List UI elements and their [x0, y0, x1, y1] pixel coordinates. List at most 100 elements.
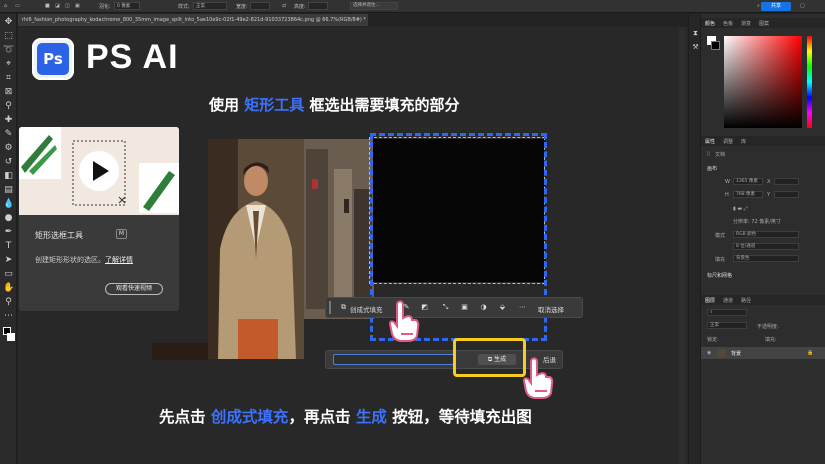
rect-marquee-tool-icon[interactable]: ⬚: [3, 31, 14, 42]
tab-adjustments[interactable]: 调整: [723, 138, 733, 145]
watch-video-button[interactable]: 观看快速视频: [105, 283, 163, 295]
tools-panel: ✥ ⬚ ➰ ⌖ ⌗ ⊠ ⚲ ✚ ✎ ⚙ ↺ ◧ ▤ 💧 ● ✒ T ➤ ▭ ✋ …: [0, 14, 17, 464]
eraser-tool-icon[interactable]: ◧: [3, 171, 14, 182]
brush-tool-icon[interactable]: ✎: [3, 129, 14, 140]
object-select-tool-icon[interactable]: ⌖: [3, 59, 14, 70]
prompt-input[interactable]: [333, 354, 455, 365]
search-icon[interactable]: ⌕: [757, 3, 760, 9]
tab-swatches[interactable]: 色板: [723, 20, 733, 27]
blend-mode-select[interactable]: 正常: [707, 322, 747, 329]
feather-field[interactable]: 0 像素: [114, 2, 140, 10]
generate-highlight-box: [453, 338, 526, 377]
swap-icon[interactable]: ⇄: [282, 3, 286, 9]
move-tool-icon[interactable]: ✥: [3, 17, 14, 28]
tab-paths[interactable]: 路径: [741, 297, 751, 304]
background-color-swatch[interactable]: [7, 333, 15, 341]
healing-tool-icon[interactable]: ✚: [3, 115, 14, 126]
lasso-tool-icon[interactable]: ➰: [3, 45, 14, 56]
tooltip-title: 矩形选框工具: [35, 231, 83, 240]
gradient-tool-icon[interactable]: ▤: [3, 185, 14, 196]
depth-select[interactable]: 8 位/通道: [733, 243, 799, 250]
layers-tabs: 图层 通道 路径: [701, 295, 825, 305]
bg-swatch[interactable]: [711, 41, 720, 50]
x-input[interactable]: [774, 178, 799, 185]
mode-select[interactable]: RGB 颜色: [733, 231, 799, 238]
more-tools-icon[interactable]: ⋯: [3, 311, 14, 322]
fill-select[interactable]: 背景色: [733, 255, 799, 262]
options-bar: ⌂ ▭ ■ ◪ ◫ ▣ 羽化: 0 像素 样式: 正常 宽度: ⇄ 高度: 选择…: [0, 0, 825, 13]
tab-libraries[interactable]: 库: [741, 138, 746, 145]
instruction-heading-top: 使用 矩形工具 框选出需要填充的部分: [209, 96, 460, 114]
blur-tool-icon[interactable]: 💧: [3, 199, 14, 210]
layer-filter[interactable]: ⌕: [707, 309, 747, 316]
hue-slider[interactable]: [807, 36, 812, 128]
y-input[interactable]: [774, 191, 799, 198]
rulers-grids-section[interactable]: 标尺和网格: [707, 272, 732, 279]
doc-icon: ▯: [707, 151, 710, 157]
tooltip-shortcut: M: [116, 229, 127, 239]
home-icon[interactable]: ⌂: [4, 3, 7, 9]
document-tab[interactable]: rhi6_fashion_photography_kodachrome_800_…: [18, 14, 368, 26]
instruction-heading-bottom: 先点击 创成式填充，再点击 生成 按钮，等待填充出图: [159, 408, 532, 426]
generative-fill-button[interactable]: 创成式填充: [350, 304, 383, 314]
workspace-icon[interactable]: ▢: [800, 3, 805, 9]
history-brush-icon[interactable]: ↺: [3, 157, 14, 168]
width-field[interactable]: [250, 2, 270, 10]
cancel-selection-button[interactable]: 取消选择: [538, 304, 564, 314]
layer-row-background[interactable]: ◉ 背景 🔒: [701, 347, 825, 359]
learn-more-link[interactable]: 了解详情: [105, 256, 133, 264]
crop-tool-icon[interactable]: ⌗: [3, 73, 14, 84]
invert-selection-icon[interactable]: ◩: [420, 303, 429, 312]
stamp-tool-icon[interactable]: ⚙: [3, 143, 14, 154]
tab-patterns[interactable]: 图案: [759, 20, 769, 27]
select-and-mask-button[interactable]: 选择并遮住...: [350, 2, 398, 10]
hand-tool-icon[interactable]: ✋: [3, 283, 14, 294]
panel-icon-strip: ⧗ ⚒: [688, 14, 700, 464]
right-panels: 颜色 色板 渐变 图案 属性 调整 库 ▯ 文档 画布 W 1365 像素 X …: [700, 14, 825, 464]
tab-gradients[interactable]: 渐变: [741, 20, 751, 27]
brand-title: PS AI: [86, 38, 179, 76]
tab-channels[interactable]: 通道: [723, 297, 733, 304]
height-input[interactable]: 768 像素: [733, 191, 763, 198]
tab-color[interactable]: 颜色: [705, 20, 715, 27]
share-button[interactable]: 共享: [761, 2, 791, 11]
marquee-preset-icon[interactable]: ▭: [15, 3, 20, 9]
adjustment-layer-icon[interactable]: ◑: [479, 303, 488, 312]
eyedropper-tool-icon[interactable]: ⚲: [3, 101, 14, 112]
shape-tool-icon[interactable]: ▭: [3, 269, 14, 280]
create-mask-icon[interactable]: ▣: [460, 303, 469, 312]
dodge-tool-icon[interactable]: ●: [3, 213, 14, 224]
fill-selection-icon[interactable]: ⬙: [498, 303, 507, 312]
type-tool-icon[interactable]: T: [3, 241, 14, 252]
intersect-selection-icon[interactable]: ▣: [75, 3, 80, 9]
orientation-icons[interactable]: ▮ ▬ ⤢: [733, 206, 748, 212]
pen-tool-icon[interactable]: ✒: [3, 227, 14, 238]
vertical-scrollbar[interactable]: [679, 27, 685, 464]
h-label: H: [725, 192, 729, 198]
frame-tool-icon[interactable]: ⊠: [3, 87, 14, 98]
width-label: 宽度:: [236, 4, 248, 10]
x-label: X: [767, 179, 771, 185]
photo-illustration: [208, 139, 304, 359]
buildings-illustration: [304, 139, 374, 319]
style-select[interactable]: 正常: [193, 2, 227, 10]
tab-properties[interactable]: 属性: [705, 138, 715, 145]
more-options-icon[interactable]: ⋯: [518, 303, 527, 312]
tooltip-description: 创建矩形形状的选区。了解详情: [35, 256, 133, 264]
path-select-tool-icon[interactable]: ➤: [3, 255, 14, 266]
taskbar-grip[interactable]: [329, 301, 331, 314]
subtract-selection-icon[interactable]: ◫: [65, 3, 70, 9]
canvas-section[interactable]: 画布: [707, 165, 717, 172]
layer-thumbnail: [717, 349, 726, 357]
width-input[interactable]: 1365 像素: [733, 178, 763, 185]
transform-selection-icon[interactable]: ⤡: [441, 303, 450, 312]
eye-icon[interactable]: ◉: [707, 350, 711, 356]
height-field[interactable]: [308, 2, 328, 10]
zoom-tool-icon[interactable]: ⚲: [3, 297, 14, 308]
generative-fill-icon: ⧉: [341, 303, 346, 311]
color-picker-field[interactable]: [724, 36, 802, 128]
tab-layers[interactable]: 图层: [705, 297, 715, 304]
add-selection-icon[interactable]: ◪: [55, 3, 60, 9]
resolution-text: 分辨率: 72 像素/英寸: [733, 219, 781, 225]
new-selection-icon[interactable]: ■: [45, 3, 50, 9]
